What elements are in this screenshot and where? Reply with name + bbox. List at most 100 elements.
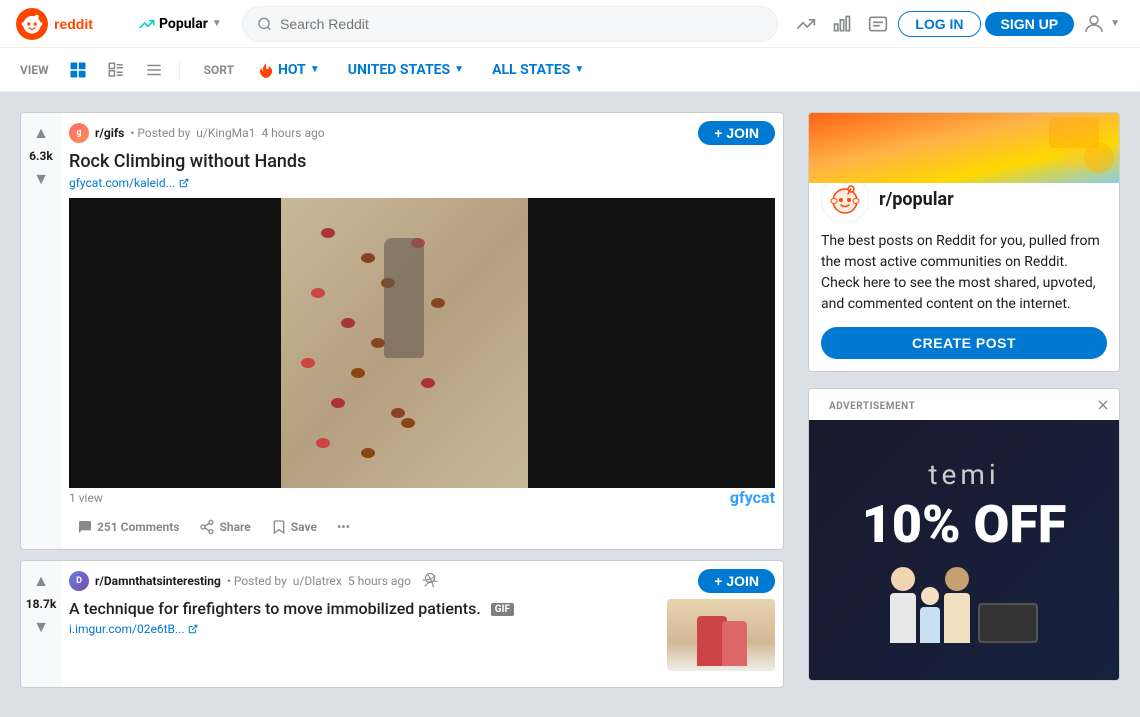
post-meta: D r/Damnthatsinteresting • Posted by u/D…: [69, 569, 775, 593]
sidebar-subreddit-name[interactable]: r/popular: [879, 189, 954, 210]
share-icon: [199, 519, 215, 535]
post-feed: ▲ 6.3k ▼ g r/gifs • Posted by u/KingMa1 …: [20, 112, 784, 697]
post-time: 5 hours ago: [348, 574, 411, 588]
comments-button[interactable]: 251 Comments: [69, 513, 187, 541]
save-icon: [271, 519, 287, 535]
post-media[interactable]: [69, 198, 775, 488]
toolbar: VIEW SORT HOT ▼ UNITED STATES ▼ ALL STAT…: [0, 48, 1140, 92]
hot-flame-icon: [258, 62, 274, 78]
external-link-icon: [179, 178, 189, 188]
subreddit-icon: g: [69, 123, 89, 143]
login-button[interactable]: LOG IN: [898, 11, 980, 37]
more-button[interactable]: •••: [329, 514, 358, 540]
post-media-row: A technique for firefighters to move imm…: [69, 599, 775, 671]
user-avatar-icon: [1082, 12, 1106, 36]
location-filter-button[interactable]: UNITED STATES ▼: [340, 58, 472, 82]
share-label: Share: [219, 520, 250, 534]
reddit-logo-icon: [16, 8, 48, 40]
header: reddit Popular ▼: [0, 0, 1140, 48]
person-figure: [384, 238, 424, 358]
reddit-wordmark: reddit: [54, 15, 119, 33]
search-bar[interactable]: [242, 6, 778, 42]
header-icons: LOG IN SIGN UP ▼: [790, 8, 1124, 40]
popular-button[interactable]: Popular ▼: [131, 12, 230, 36]
save-label: Save: [291, 520, 317, 534]
external-link-icon: [188, 624, 198, 634]
upvote-button[interactable]: ▲: [29, 121, 53, 145]
banner-image: [809, 113, 1119, 183]
ad-brand: temi: [928, 458, 999, 491]
link-text: i.imgur.com/02e6tB...: [69, 622, 184, 636]
popular-info-card: r/popular The best posts on Reddit for y…: [808, 112, 1120, 372]
main-content: ▲ 6.3k ▼ g r/gifs • Posted by u/KingMa1 …: [0, 112, 1140, 697]
ad-people-illustration: [890, 567, 1038, 643]
search-input[interactable]: [280, 16, 763, 32]
states-chevron-icon: ▼: [574, 64, 584, 75]
bar-chart-icon[interactable]: [826, 8, 858, 40]
vote-count: 6.3k: [29, 149, 53, 163]
black-left: [69, 198, 281, 488]
states-filter-button[interactable]: ALL STATES ▼: [484, 58, 592, 82]
comments-count: 251 Comments: [97, 520, 179, 534]
ad-label: ADVERTISEMENT: [817, 393, 927, 416]
save-button[interactable]: Save: [263, 513, 325, 541]
states-label: ALL STATES: [492, 62, 570, 78]
join-button[interactable]: + JOIN: [698, 569, 775, 593]
downvote-button[interactable]: ▼: [29, 615, 53, 639]
hot-sort-button[interactable]: HOT ▼: [250, 58, 328, 82]
ad-content[interactable]: temi 10% OFF: [809, 420, 1119, 680]
create-post-button[interactable]: CREATE POST: [821, 327, 1107, 359]
sidebar: r/popular The best posts on Reddit for y…: [808, 112, 1120, 697]
share-button[interactable]: Share: [191, 513, 258, 541]
post-time: 4 hours ago: [261, 126, 324, 140]
award-icon: [421, 572, 439, 590]
subreddit-link[interactable]: r/gifs: [95, 126, 124, 140]
popular-label: Popular: [159, 16, 208, 32]
post-text-area: A technique for firefighters to move imm…: [69, 599, 659, 644]
svg-text:reddit: reddit: [54, 16, 93, 32]
view-list-button[interactable]: [141, 57, 167, 83]
signup-button[interactable]: SIGN UP: [985, 12, 1075, 36]
wall-center: [281, 198, 528, 488]
comments-icon: [77, 519, 93, 535]
downvote-button[interactable]: ▼: [29, 167, 53, 191]
user-menu-button[interactable]: ▼: [1078, 8, 1124, 40]
sidebar-body: r/popular The best posts on Reddit for y…: [809, 183, 1119, 371]
upvote-button[interactable]: ▲: [29, 569, 53, 593]
subreddit-icon: D: [69, 571, 89, 591]
post-card: ▲ 6.3k ▼ g r/gifs • Posted by u/KingMa1 …: [20, 112, 784, 550]
toolbar-divider: [179, 60, 180, 80]
vote-column: ▲ 6.3k ▼: [21, 113, 61, 549]
author-link[interactable]: u/Dlatrex: [293, 574, 342, 588]
climbing-wall-image: [69, 198, 775, 488]
popular-chevron-icon: ▼: [212, 18, 222, 29]
user-chevron-icon: ▼: [1110, 18, 1120, 29]
join-button[interactable]: + JOIN: [698, 121, 775, 145]
black-right: [528, 198, 775, 488]
post-link[interactable]: gfycat.com/kaleid...: [69, 176, 775, 190]
post-title[interactable]: Rock Climbing without Hands: [69, 151, 775, 172]
logo-area[interactable]: reddit: [16, 8, 119, 40]
post-meta: g r/gifs • Posted by u/KingMa1 4 hours a…: [69, 121, 775, 145]
view-compact-button[interactable]: [103, 57, 129, 83]
sort-label: SORT: [204, 63, 234, 77]
vote-column: ▲ 18.7k ▼: [21, 561, 61, 687]
captions-icon[interactable]: [862, 8, 894, 40]
trending-nav-icon[interactable]: [790, 8, 822, 40]
ad-close-icon[interactable]: [1095, 397, 1111, 413]
more-icon: •••: [337, 520, 350, 534]
post-card: ▲ 18.7k ▼ D r/Damnthatsinteresting • Pos…: [20, 560, 784, 688]
post-title[interactable]: A technique for firefighters to move imm…: [69, 599, 659, 618]
author-link[interactable]: u/KingMa1: [196, 126, 255, 140]
post-thumbnail[interactable]: [667, 599, 775, 671]
hot-chevron-icon: ▼: [310, 64, 320, 75]
sidebar-banner: [809, 113, 1119, 183]
subreddit-link[interactable]: r/Damnthatsinteresting: [95, 574, 221, 588]
post-link[interactable]: i.imgur.com/02e6tB...: [69, 622, 659, 636]
sidebar-description: The best posts on Reddit for you, pulled…: [821, 231, 1107, 315]
advertisement-card: ADVERTISEMENT temi 10% OFF: [808, 388, 1120, 681]
view-card-button[interactable]: [65, 57, 91, 83]
gif-badge: GIF: [491, 603, 514, 616]
trending-icon: [139, 16, 155, 32]
media-footer: 1 view gfycat: [69, 488, 775, 507]
